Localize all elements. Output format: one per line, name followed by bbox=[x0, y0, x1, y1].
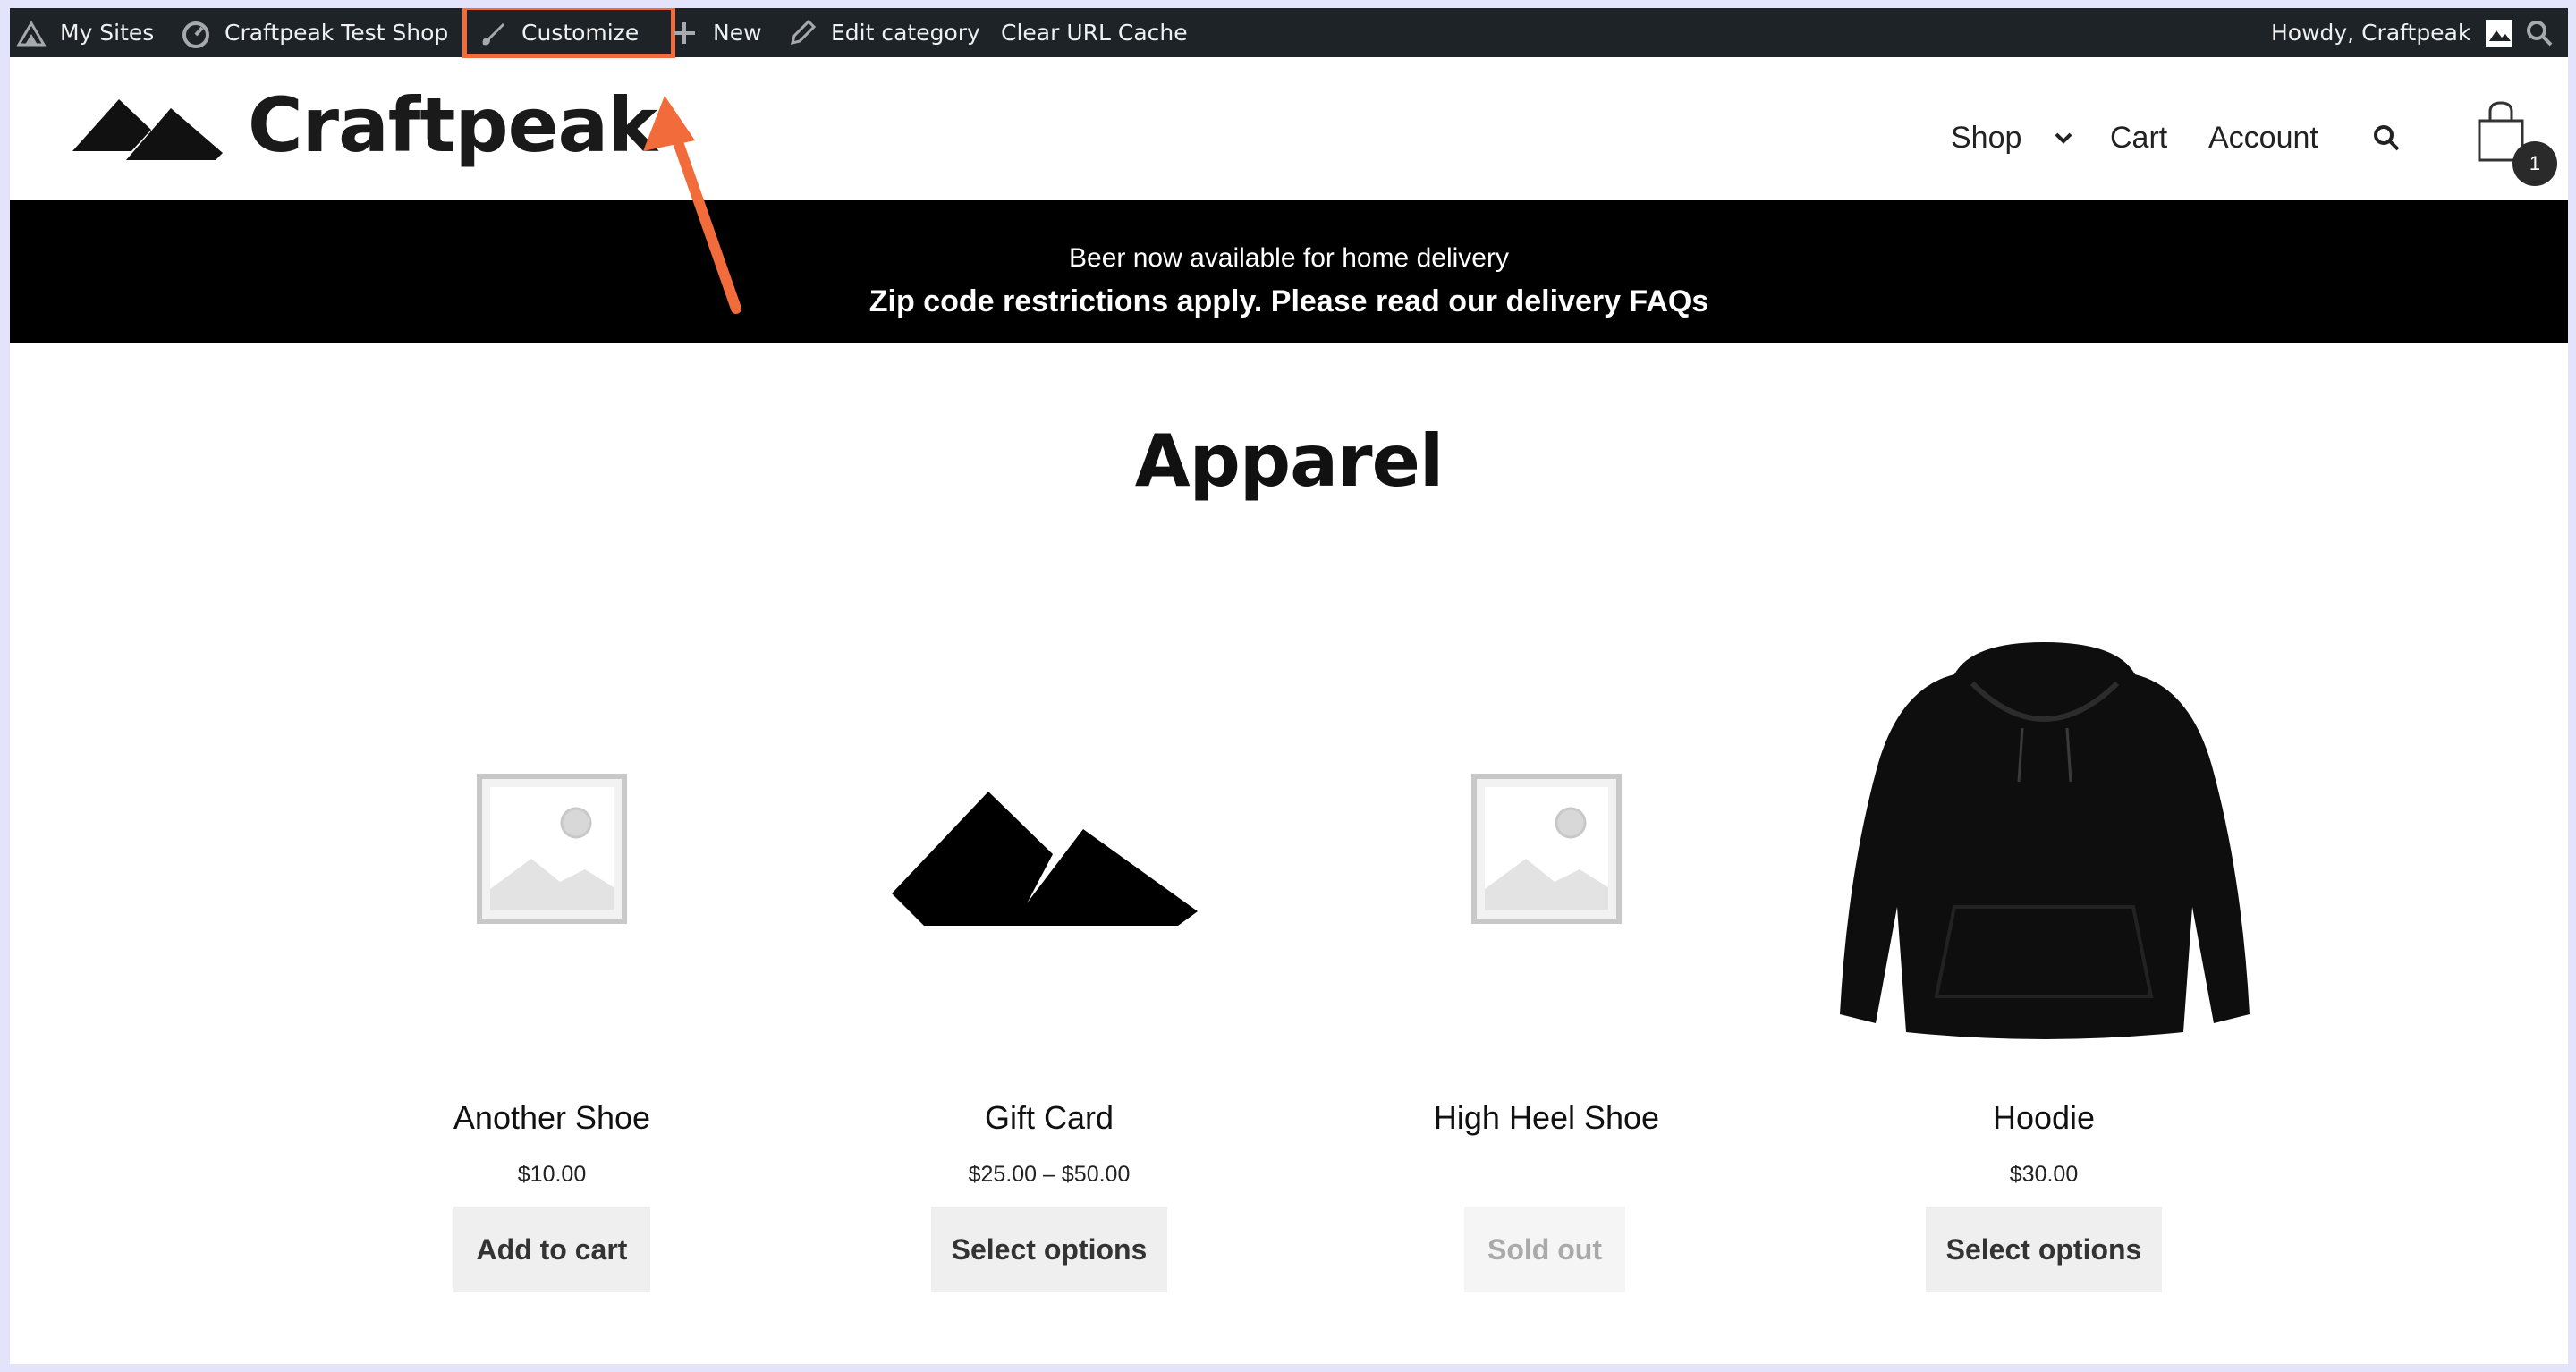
select-options-button[interactable]: Select options bbox=[1926, 1207, 2162, 1292]
admin-bar-clear-cache-label: Clear URL Cache bbox=[1001, 20, 1188, 46]
nav-account[interactable]: Account bbox=[2208, 111, 2318, 165]
admin-bar-edit-category-label: Edit category bbox=[831, 20, 980, 46]
product-name[interactable]: Hoodie bbox=[1811, 1099, 2276, 1137]
product-card: Hoodie $30.00 Select options bbox=[1811, 634, 2276, 1314]
admin-bar-new-label: New bbox=[713, 20, 762, 46]
placeholder-image-icon bbox=[1471, 774, 1622, 924]
my-sites-icon bbox=[15, 17, 47, 49]
browser-viewport: My Sites Craftpeak Test Shop Customize N… bbox=[10, 8, 2568, 1364]
nav-cart-label: Cart bbox=[2110, 120, 2168, 155]
banner-line-2[interactable]: Zip code restrictions apply. Please read… bbox=[10, 284, 2568, 319]
announcement-banner: Beer now available for home delivery Zip… bbox=[10, 200, 2568, 343]
admin-bar-clear-cache[interactable]: Clear URL Cache bbox=[1001, 8, 1188, 57]
admin-bar-account[interactable]: Howdy, Craftpeak bbox=[2271, 8, 2515, 57]
admin-bar-customize[interactable]: Customize bbox=[477, 8, 639, 57]
pencil-icon bbox=[786, 17, 818, 49]
admin-bar-site-name[interactable]: Craftpeak Test Shop bbox=[180, 8, 448, 57]
admin-bar-new[interactable]: New bbox=[668, 8, 762, 57]
cart-count-badge: 1 bbox=[2512, 141, 2557, 186]
nav-shop-label: Shop bbox=[1951, 120, 2022, 155]
avatar bbox=[2483, 17, 2515, 49]
paintbrush-icon bbox=[477, 17, 509, 49]
admin-bar-edit-category[interactable]: Edit category bbox=[786, 8, 980, 57]
annotation-arrow bbox=[643, 96, 741, 314]
product-image-link[interactable] bbox=[817, 634, 1282, 1063]
dashboard-icon bbox=[180, 17, 212, 49]
product-name[interactable]: Another Shoe bbox=[319, 1099, 784, 1137]
admin-bar-search[interactable] bbox=[2523, 8, 2555, 57]
admin-bar: My Sites Craftpeak Test Shop Customize N… bbox=[10, 8, 2568, 58]
admin-bar-site-name-label: Craftpeak Test Shop bbox=[225, 20, 449, 46]
nav-cart[interactable]: Cart bbox=[2110, 111, 2167, 165]
page-title: Apparel bbox=[1134, 419, 1445, 503]
admin-bar-customize-label: Customize bbox=[521, 20, 640, 46]
product-image-link[interactable] bbox=[1811, 634, 2276, 1063]
product-image-link[interactable] bbox=[1314, 634, 1779, 1063]
placeholder-image-icon bbox=[477, 774, 627, 924]
hoodie-image bbox=[1840, 642, 2250, 1039]
sold-out-button: Sold out bbox=[1464, 1207, 1625, 1292]
admin-bar-greeting: Howdy, Craftpeak bbox=[2271, 20, 2471, 46]
plus-icon bbox=[668, 17, 700, 49]
product-price: $30.00 bbox=[2009, 1162, 2079, 1187]
shop-dropdown-toggle[interactable] bbox=[2053, 111, 2074, 165]
product-name[interactable]: High Heel Shoe bbox=[1314, 1099, 1779, 1137]
nav-shop[interactable]: Shop bbox=[1951, 111, 2021, 165]
craftpeak-logo-icon bbox=[892, 792, 1198, 926]
main-navigation: Shop Cart Account bbox=[10, 111, 2568, 165]
search-icon bbox=[2374, 125, 2400, 151]
banner-line-1: Beer now available for home delivery bbox=[1069, 243, 1509, 273]
product-price: $25.00 – $50.00 bbox=[968, 1162, 1131, 1187]
select-options-button[interactable]: Select options bbox=[931, 1207, 1167, 1292]
chevron-down-icon bbox=[2055, 132, 2072, 144]
product-card: Another Shoe $10.00 Add to cart bbox=[319, 634, 784, 1314]
nav-account-label: Account bbox=[2208, 120, 2318, 155]
product-price: $10.00 bbox=[517, 1162, 587, 1187]
product-name[interactable]: Gift Card bbox=[817, 1099, 1282, 1137]
product-card: High Heel Shoe Sold out bbox=[1314, 634, 1779, 1314]
product-image-link[interactable] bbox=[319, 634, 784, 1063]
nav-search-button[interactable] bbox=[2371, 111, 2402, 165]
search-icon bbox=[2523, 17, 2555, 49]
product-card: Gift Card $25.00 – $50.00 Select options bbox=[817, 634, 1282, 1314]
add-to-cart-button[interactable]: Add to cart bbox=[453, 1207, 650, 1292]
admin-bar-my-sites[interactable]: My Sites bbox=[15, 8, 154, 57]
mini-cart[interactable]: 1 bbox=[2474, 101, 2557, 187]
admin-bar-my-sites-label: My Sites bbox=[60, 20, 155, 46]
